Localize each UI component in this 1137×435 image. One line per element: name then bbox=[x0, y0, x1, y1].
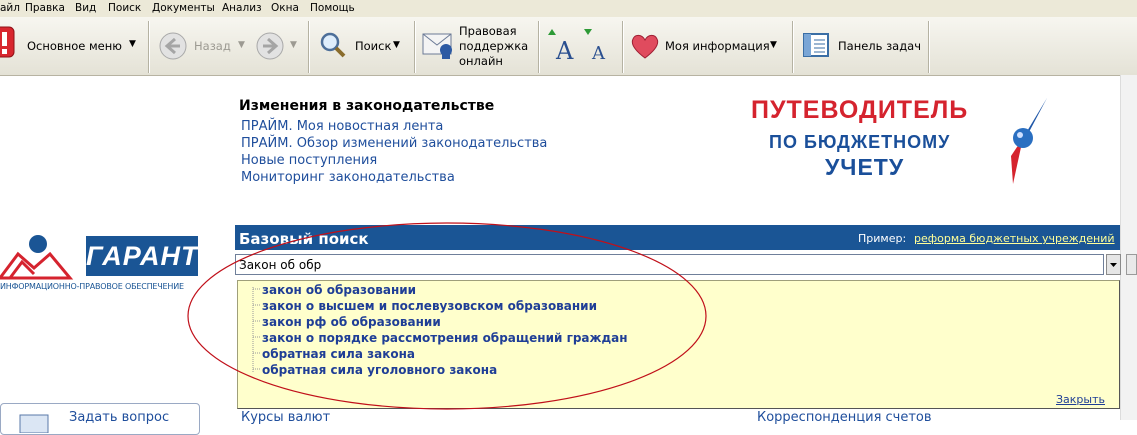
main-menu-chevron-down-icon: ▼ bbox=[129, 39, 136, 49]
font-increase-icon: A bbox=[548, 29, 574, 65]
heart-icon bbox=[631, 34, 659, 59]
my-info-chevron-down-icon[interactable]: ▼ bbox=[770, 40, 777, 50]
suggestions-close-link[interactable]: Закрыть bbox=[1056, 393, 1105, 406]
toolbar-separator bbox=[928, 21, 930, 73]
guide-banner-subtitle-2: УЧЕТУ bbox=[825, 154, 905, 180]
garant-tagline: ИНФОРМАЦИОННО-ПРАВОВОЕ ОБЕСПЕЧЕНИЕ bbox=[0, 282, 184, 291]
my-info-label: Моя информация bbox=[665, 39, 770, 53]
budget-guide-banner[interactable]: ПУТЕВОДИТЕЛЬ ПО БЮДЖЕТНОМУ УЧЕТУ bbox=[745, 92, 1055, 187]
search-chevron-down-icon[interactable]: ▼ bbox=[393, 40, 400, 50]
toolbar-separator bbox=[792, 21, 794, 73]
toolbar-separator bbox=[308, 21, 310, 73]
currency-rates-link[interactable]: Курсы валют bbox=[241, 410, 330, 425]
main-menu-button[interactable]: Основное меню ▼ bbox=[0, 17, 148, 75]
my-info-button[interactable]: Моя информация ▼ bbox=[626, 17, 790, 75]
legal-support-label-2: поддержка bbox=[459, 39, 529, 53]
example-label: Пример: bbox=[858, 232, 907, 245]
legal-support-button[interactable]: Правовая поддержка онлайн bbox=[418, 17, 536, 75]
ask-question-button[interactable]: Задать вопрос bbox=[0, 403, 200, 435]
menu-windows[interactable]: Окна bbox=[271, 2, 299, 14]
news-link-monitoring[interactable]: Мониторинг законодательства bbox=[241, 170, 455, 185]
forward-arrow-icon bbox=[256, 32, 284, 60]
forward-button[interactable]: ▼ bbox=[253, 17, 305, 75]
font-decrease-button[interactable]: A bbox=[580, 23, 616, 69]
menu-help[interactable]: Помощь bbox=[310, 2, 355, 14]
search-history-dropdown[interactable] bbox=[1106, 254, 1121, 275]
back-chevron-down-icon[interactable]: ▼ bbox=[238, 40, 245, 50]
menu-edit[interactable]: Правка bbox=[25, 2, 65, 14]
news-link-prime-feed[interactable]: ПРАЙМ. Моя новостная лента bbox=[241, 119, 443, 134]
legal-support-label-1: Правовая bbox=[459, 24, 517, 38]
accounts-correspondence-link[interactable]: Корреспонденция счетов bbox=[757, 410, 932, 425]
main-menu-label: Основное меню bbox=[27, 39, 122, 53]
search-label: Поиск bbox=[355, 39, 392, 53]
guide-banner-subtitle: ПО БЮДЖЕТНОМУ bbox=[769, 132, 951, 152]
menu-view[interactable]: Вид bbox=[75, 2, 96, 14]
toolbar-separator bbox=[538, 21, 540, 73]
forward-chevron-down-icon[interactable]: ▼ bbox=[290, 40, 297, 50]
svg-text:A: A bbox=[555, 37, 574, 65]
font-increase-button[interactable]: A bbox=[542, 23, 580, 69]
annotation-ellipse bbox=[187, 222, 707, 410]
search-go-button[interactable] bbox=[1126, 254, 1137, 275]
toolbar: Основное меню ▼ Назад ▼ ▼ Поиск ▼ Правов… bbox=[0, 17, 1137, 76]
menu-search[interactable]: Поиск bbox=[108, 2, 141, 14]
menu-documents[interactable]: Документы bbox=[152, 2, 215, 14]
garant-logo-mark-icon bbox=[0, 235, 74, 280]
news-section-title: Изменения в законодательстве bbox=[239, 98, 495, 114]
chevron-down-icon bbox=[1110, 263, 1117, 267]
menu-bar: айл Правка Вид Поиск Документы Анализ Ок… bbox=[0, 0, 1137, 17]
search-button[interactable]: Поиск ▼ bbox=[312, 17, 412, 75]
back-arrow-icon bbox=[159, 32, 187, 60]
ask-question-label: Задать вопрос bbox=[69, 410, 170, 425]
guide-banner-title: ПУТЕВОДИТЕЛЬ bbox=[751, 96, 969, 124]
news-link-prime-overview[interactable]: ПРАЙМ. Обзор изменений законодательства bbox=[241, 136, 547, 151]
svg-text:A: A bbox=[591, 43, 606, 64]
toolbar-separator bbox=[148, 21, 150, 73]
back-button[interactable]: Назад ▼ bbox=[152, 17, 252, 75]
example-link[interactable]: реформа бюджетных учреждений bbox=[914, 232, 1115, 245]
news-link-new-arrivals[interactable]: Новые поступления bbox=[241, 153, 377, 168]
garant-logo-wordmark: ГАРАНТ bbox=[86, 236, 198, 276]
magnifier-icon bbox=[320, 32, 346, 58]
task-panel-button[interactable]: Панель задач bbox=[796, 17, 926, 75]
legal-support-label-3: онлайн bbox=[459, 54, 503, 68]
toolbar-separator bbox=[414, 21, 416, 73]
back-label: Назад bbox=[194, 39, 231, 53]
toolbar-separator bbox=[622, 21, 624, 73]
guide-rocket-icon bbox=[1011, 98, 1047, 184]
menu-analysis[interactable]: Анализ bbox=[222, 2, 262, 14]
vertical-scrollbar[interactable] bbox=[1120, 75, 1137, 420]
question-form-icon bbox=[19, 414, 49, 433]
menu-file[interactable]: айл bbox=[0, 2, 20, 14]
font-decrease-icon: A bbox=[584, 29, 606, 64]
task-panel-label: Панель задач bbox=[838, 39, 922, 53]
task-panel-icon bbox=[803, 33, 829, 57]
main-menu-icon bbox=[0, 26, 15, 58]
support-envelope-icon bbox=[422, 33, 452, 59]
